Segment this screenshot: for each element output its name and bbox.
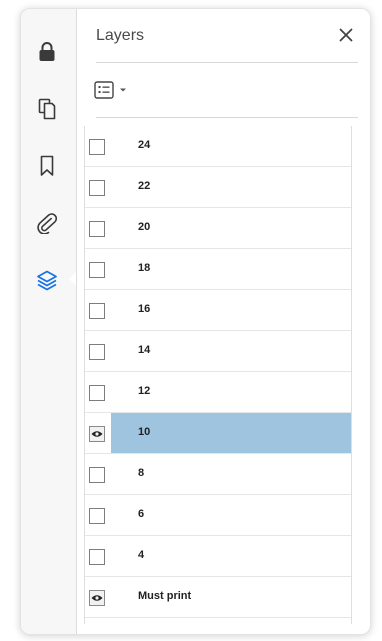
layer-row[interactable]: 14 [85,331,351,372]
close-icon [339,28,353,42]
eye-icon [89,590,105,606]
layer-name: 10 [138,426,151,438]
visibility-checkbox [89,385,105,401]
visibility-checkbox [89,303,105,319]
layers-window: Layers 24 22 20 18 16 14 12 10 8 6 4 Must print [20,8,371,635]
layer-name-cell[interactable]: 6 [111,495,351,535]
bookmark-icon[interactable] [34,153,60,179]
layer-name-cell[interactable]: 22 [111,167,351,207]
lock-icon[interactable] [34,39,60,65]
eye-icon [89,426,105,442]
layer-name: 24 [138,139,151,151]
active-pointer [69,272,76,286]
layer-name: 18 [138,262,151,274]
visibility-toggle[interactable] [85,208,111,248]
layer-name: 20 [138,221,151,233]
visibility-toggle[interactable] [85,126,111,166]
layer-name: 14 [138,344,151,356]
close-button[interactable] [336,25,356,45]
layer-name-cell[interactable]: 16 [111,290,351,330]
visibility-checkbox [89,344,105,360]
visibility-toggle[interactable] [85,249,111,289]
layer-row[interactable]: 6 [85,495,351,536]
layer-name: 4 [138,549,145,561]
visibility-checkbox [89,139,105,155]
layer-name: 6 [138,508,145,520]
visibility-checkbox [89,467,105,483]
pages-icon[interactable] [34,96,60,122]
layer-name-cell[interactable]: 20 [111,208,351,248]
chevron-down-icon [120,88,126,92]
layer-row[interactable]: Must print [85,577,351,618]
visibility-toggle[interactable] [85,577,111,617]
layer-row[interactable]: 20 [85,208,351,249]
layer-name-cell[interactable]: 4 [111,536,351,576]
visibility-toggle[interactable] [85,290,111,330]
visibility-checkbox [89,549,105,565]
visibility-toggle[interactable] [85,372,111,412]
options-menu-button[interactable] [94,79,134,101]
layer-row[interactable]: 4 [85,536,351,577]
visibility-toggle[interactable] [85,536,111,576]
layer-name-cell[interactable]: 8 [111,454,351,494]
layer-name: 16 [138,303,151,315]
layers-panel: Layers 24 22 20 18 16 14 12 10 8 6 4 Must print [77,9,370,634]
layer-list: 24 22 20 18 16 14 12 10 8 6 4 Must print [84,126,352,624]
toolbar-divider [96,117,358,118]
visibility-checkbox [89,221,105,237]
layer-row[interactable]: 16 [85,290,351,331]
visibility-checkbox [89,262,105,278]
panel-title: Layers [96,27,145,44]
layer-name: Must print [138,590,192,602]
layer-row[interactable]: 10 [85,413,351,454]
layer-name: 12 [138,385,151,397]
layer-name-cell[interactable]: 12 [111,372,351,412]
layer-row[interactable]: 8 [85,454,351,495]
list-options-icon [94,81,114,99]
layers-icon[interactable] [34,267,60,293]
visibility-toggle[interactable] [85,331,111,371]
layer-row[interactable]: 22 [85,167,351,208]
layer-name: 8 [138,467,145,479]
layer-name-cell[interactable]: 24 [111,126,351,166]
side-toolbar [21,9,77,634]
layer-row[interactable]: 18 [85,249,351,290]
layer-name-cell[interactable]: 18 [111,249,351,289]
attachment-icon[interactable] [34,210,60,236]
layer-name-cell[interactable]: 14 [111,331,351,371]
layer-name: 22 [138,180,151,192]
visibility-toggle[interactable] [85,413,111,453]
visibility-toggle[interactable] [85,495,111,535]
visibility-toggle[interactable] [85,454,111,494]
visibility-checkbox [89,508,105,524]
visibility-toggle[interactable] [85,167,111,207]
visibility-checkbox [89,180,105,196]
layer-name-cell[interactable]: 10 [111,413,351,453]
header-divider [96,62,358,63]
layer-row[interactable]: 12 [85,372,351,413]
layer-row[interactable]: 24 [85,126,351,167]
layer-name-cell[interactable]: Must print [111,577,351,617]
